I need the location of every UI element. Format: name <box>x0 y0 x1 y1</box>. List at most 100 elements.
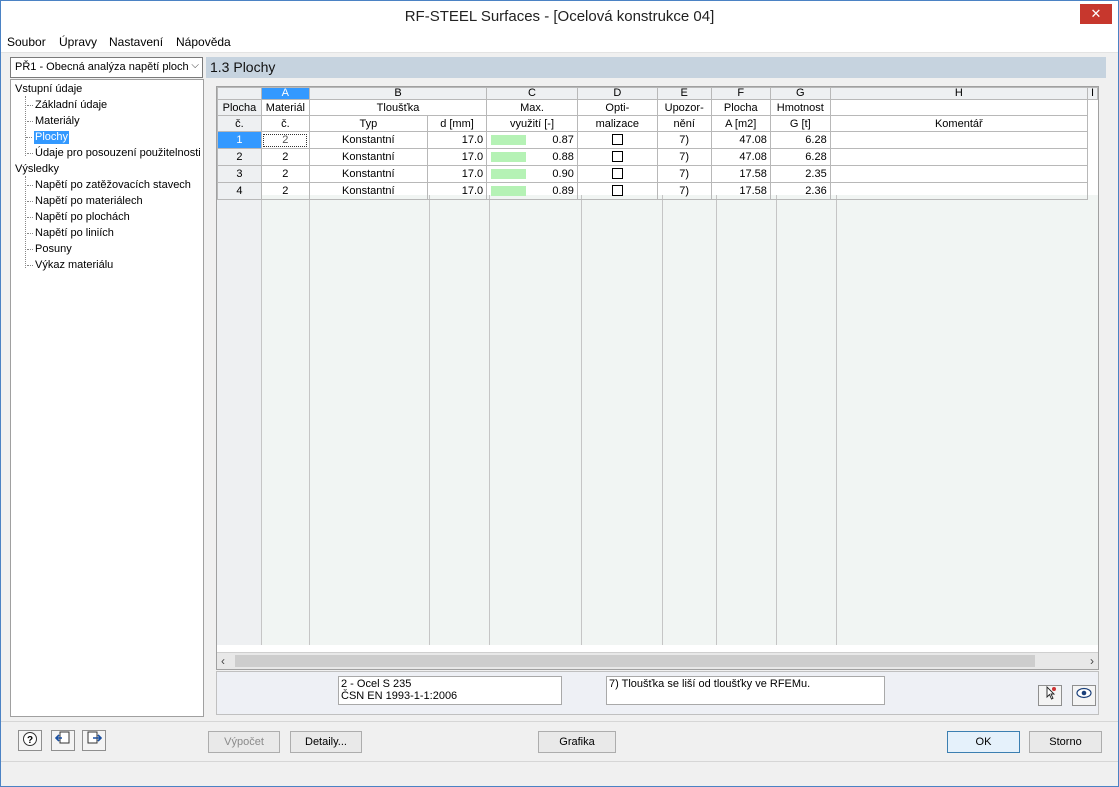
mass-cell: 2.35 <box>769 165 831 183</box>
row-number[interactable]: 1 <box>217 131 262 149</box>
tree-item-deformations[interactable]: Posuny <box>27 243 72 256</box>
data-filler <box>261 195 1098 645</box>
tree-item-parts-list[interactable]: Výkaz materiálu <box>26 259 113 272</box>
section-title: 1.3 Plochy <box>206 57 1106 78</box>
thickness-cell[interactable]: 17.0 <box>426 182 488 200</box>
calculate-button[interactable]: Výpočet <box>208 731 280 753</box>
col-letter-a[interactable]: A <box>260 87 310 100</box>
material-cell[interactable]: 2 <box>260 165 310 183</box>
tree-item-surfaces[interactable]: Plochy <box>25 131 70 144</box>
comment-cell[interactable] <box>829 131 1088 149</box>
horizontal-scrollbar[interactable]: ‹ › <box>217 652 1098 669</box>
comment-cell[interactable] <box>829 182 1088 200</box>
window-title: RF-STEEL Surfaces - [Ocelová konstrukce … <box>404 8 715 25</box>
material-info-line2: ČSN EN 1993-1-1:2006 <box>341 690 458 702</box>
row-number[interactable]: 3 <box>217 165 262 183</box>
hdr-opt-1: Opti- <box>576 99 658 116</box>
type-cell[interactable]: Konstantní <box>308 148 428 166</box>
corner-cell <box>217 87 262 100</box>
hdr-mass-2: G [t] <box>769 115 831 132</box>
mass-cell: 2.36 <box>769 182 831 200</box>
pick-icon[interactable] <box>1038 685 1062 706</box>
scroll-thumb[interactable] <box>235 655 1035 667</box>
table-row[interactable]: 3 2 Konstantní 17.0 0.90 7) 17.58 2.35 <box>217 165 1098 183</box>
optimize-cell <box>576 148 658 166</box>
optimize-checkbox[interactable] <box>611 151 623 162</box>
grid-empty-area <box>217 195 1098 645</box>
scroll-right-icon[interactable]: › <box>1090 654 1094 668</box>
cancel-button[interactable]: Storno <box>1029 731 1102 753</box>
area-cell: 47.08 <box>710 148 771 166</box>
mass-cell: 6.28 <box>769 131 831 149</box>
hdr-comment: Komentář <box>829 115 1088 132</box>
hdr-material-2: č. <box>260 115 310 132</box>
graphics-button[interactable]: Grafika <box>538 731 616 753</box>
import-icon[interactable] <box>51 730 75 751</box>
hdr-mass-1: Hmotnost <box>769 99 831 116</box>
col-letter-e[interactable]: E <box>656 87 712 100</box>
col-letter-b[interactable]: B <box>308 87 488 100</box>
menu-settings[interactable]: Nastavení <box>109 35 163 49</box>
tree-line <box>25 96 26 156</box>
col-letter-h[interactable]: H <box>829 87 1088 100</box>
col-letter-c[interactable]: C <box>486 87 578 100</box>
case-select[interactable]: PŘ1 - Obecná analýza napětí ploch ⌵ <box>10 57 203 78</box>
menu-file[interactable]: Soubor <box>7 35 46 49</box>
svg-text:?: ? <box>27 735 33 746</box>
col-letter-d[interactable]: D <box>576 87 658 100</box>
thickness-cell[interactable]: 17.0 <box>426 131 488 149</box>
material-cell[interactable]: 2 <box>260 182 310 200</box>
col-letter-f[interactable]: F <box>710 87 771 100</box>
table-row[interactable]: 1 2 Konstantní 17.0 0.87 7) 47.08 6.28 <box>217 131 1098 149</box>
comment-cell[interactable] <box>829 165 1088 183</box>
info-panel: 2 - Ocel S 235 ČSN EN 1993-1-1:2006 7) T… <box>216 671 1099 715</box>
tree-item-serviceability[interactable]: Údaje pro posouzení použitelnosti <box>27 147 201 160</box>
type-cell[interactable]: Konstantní <box>308 165 428 183</box>
type-cell[interactable]: Konstantní <box>308 131 428 149</box>
thickness-cell[interactable]: 17.0 <box>426 165 488 183</box>
comment-cell[interactable] <box>829 148 1088 166</box>
eye-icon[interactable] <box>1072 685 1096 706</box>
type-cell[interactable]: Konstantní <box>308 182 428 200</box>
tree-group-input[interactable]: Vstupní údaje <box>15 83 82 96</box>
warning-cell: 7) <box>656 165 712 183</box>
content-panel: 1.3 Plochy A B C D E F G H I Plocha Mate… <box>206 57 1108 719</box>
optimize-cell <box>576 182 658 200</box>
material-cell[interactable]: 2 <box>260 131 310 149</box>
tree-group-results[interactable]: Výsledky <box>15 163 59 176</box>
details-button[interactable]: Detaily... <box>290 731 362 753</box>
material-cell[interactable]: 2 <box>260 148 310 166</box>
close-icon[interactable]: ✕ <box>1080 4 1112 24</box>
tree-item-stress-materials[interactable]: Napětí po materiálech <box>27 195 143 208</box>
hdr-d: d [mm] <box>426 115 488 132</box>
optimize-checkbox[interactable] <box>611 185 623 196</box>
hdr-util-2: využití [-] <box>486 115 578 132</box>
tree-item-materials[interactable]: Materiály <box>27 115 80 128</box>
hdr-area-1: Plocha <box>710 99 771 116</box>
tree-item-stress-surfaces[interactable]: Napětí po plochách <box>27 211 130 224</box>
menu-help[interactable]: Nápověda <box>176 35 231 49</box>
hdr-opt-2: malizace <box>576 115 658 132</box>
col-letter-i[interactable]: I <box>1086 87 1098 100</box>
scroll-left-icon[interactable]: ‹ <box>221 654 225 668</box>
ok-button[interactable]: OK <box>947 731 1020 753</box>
col-letter-g[interactable]: G <box>769 87 831 100</box>
hdr-warn-2: nění <box>656 115 712 132</box>
utilization-value: 0.90 <box>552 168 574 180</box>
tree-item-general[interactable]: Základní údaje <box>26 99 107 112</box>
utilization-value: 0.88 <box>552 151 574 163</box>
menu-edit[interactable]: Úpravy <box>59 35 97 49</box>
utilization-bar <box>491 169 527 179</box>
tree-item-stress-loadcases[interactable]: Napětí po zatěžovacích stavech <box>27 179 191 192</box>
table-row[interactable]: 4 2 Konstantní 17.0 0.89 7) 17.58 2.36 <box>217 182 1098 200</box>
row-number[interactable]: 4 <box>217 182 262 200</box>
hdr-thickness: Tloušťka <box>308 99 488 116</box>
help-icon[interactable]: ? <box>18 730 42 751</box>
optimize-checkbox[interactable] <box>611 134 623 145</box>
thickness-cell[interactable]: 17.0 <box>426 148 488 166</box>
table-row[interactable]: 2 2 Konstantní 17.0 0.88 7) 47.08 6.28 <box>217 148 1098 166</box>
optimize-checkbox[interactable] <box>611 168 623 179</box>
row-number[interactable]: 2 <box>217 148 262 166</box>
export-icon[interactable] <box>82 730 106 751</box>
tree-item-stress-lines[interactable]: Napětí po liniích <box>27 227 114 240</box>
